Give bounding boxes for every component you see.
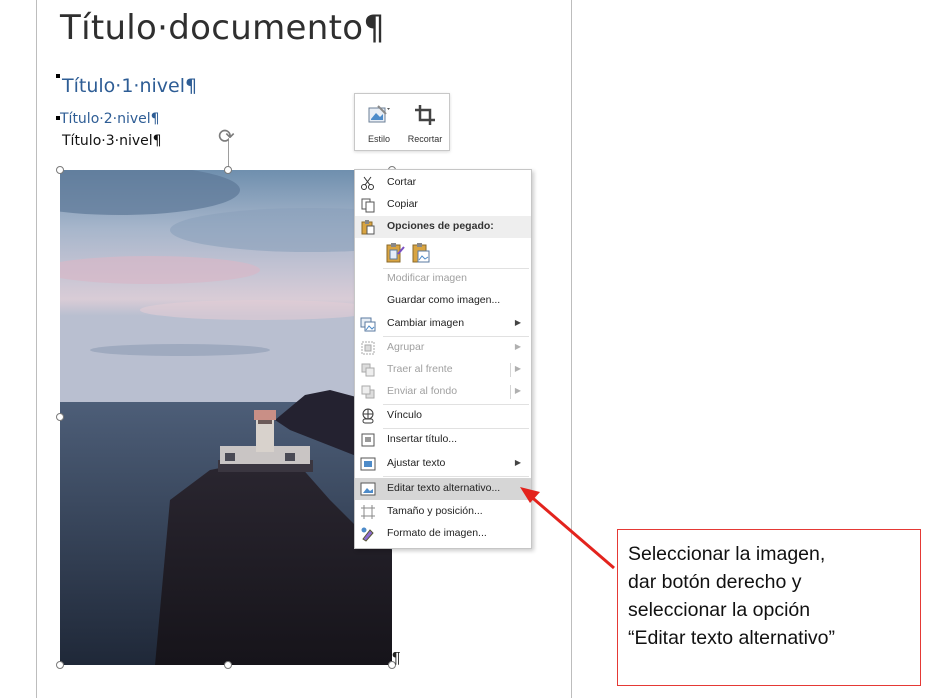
instruction-callout: Seleccionar la imagen, dar botón derecho… <box>617 529 921 686</box>
callout-line: seleccionar la opción <box>628 599 811 621</box>
callout-line: “Editar texto alternativo” <box>628 627 836 649</box>
callout-line: dar botón derecho y <box>628 571 802 593</box>
callout-line: Seleccionar la imagen, <box>628 543 826 565</box>
